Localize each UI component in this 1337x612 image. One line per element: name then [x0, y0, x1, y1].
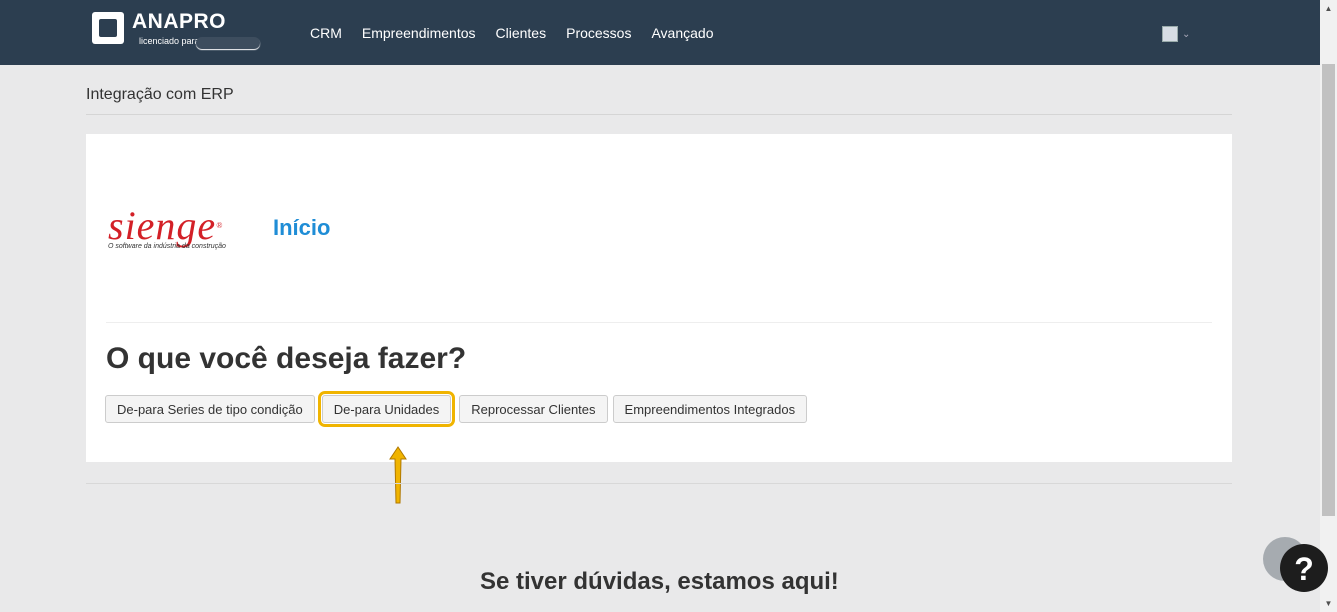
up-arrow-icon — [389, 446, 407, 504]
nav-link-avancado[interactable]: Avançado — [651, 25, 713, 41]
sienge-logo-text: sienge — [108, 203, 217, 248]
divider — [86, 114, 1232, 115]
anapro-logo-icon — [92, 12, 124, 44]
licensee-name-redacted — [196, 37, 260, 49]
registered-mark-icon: ® — [216, 221, 224, 230]
top-navbar: ANAPRO licenciado para CRM Empreendiment… — [0, 0, 1320, 65]
nav-link-empreendimentos[interactable]: Empreendimentos — [362, 25, 476, 41]
sienge-tagline: O software da indústria da construção — [108, 243, 226, 250]
help-button[interactable]: ? — [1280, 544, 1328, 592]
user-avatar-icon — [1162, 26, 1178, 42]
action-buttons: De-para Series de tipo condição De-para … — [105, 391, 812, 427]
nav-link-clientes[interactable]: Clientes — [496, 25, 547, 41]
question-mark-icon: ? — [1294, 551, 1314, 587]
nav-link-processos[interactable]: Processos — [566, 25, 631, 41]
divider — [86, 483, 1232, 484]
empreendimentos-integrados-button[interactable]: Empreendimentos Integrados — [612, 395, 808, 423]
main-nav: CRM Empreendimentos Clientes Processos A… — [310, 25, 733, 41]
sienge-logo: sienge® O software da indústria da const… — [108, 203, 226, 251]
user-menu[interactable]: ⌄ — [1162, 26, 1190, 42]
divider — [106, 322, 1212, 323]
nav-link-crm[interactable]: CRM — [310, 25, 342, 41]
integration-card: sienge® O software da indústria da const… — [86, 134, 1232, 462]
help-title: Se tiver dúvidas, estamos aqui! — [480, 568, 839, 595]
action-question: O que você deseja fazer? — [106, 342, 467, 375]
de-para-unidades-button[interactable]: De-para Unidades — [317, 391, 456, 427]
de-para-series-button[interactable]: De-para Series de tipo condição — [105, 395, 315, 423]
scroll-down-icon[interactable]: ▼ — [1320, 595, 1337, 612]
reprocessar-clientes-button[interactable]: Reprocessar Clientes — [459, 395, 608, 423]
section-heading: Início — [273, 215, 331, 240]
scroll-thumb[interactable] — [1322, 64, 1335, 516]
page-scrollbar[interactable]: ▲ ▼ — [1320, 0, 1337, 612]
chevron-down-icon: ⌄ — [1182, 28, 1191, 40]
brand-name: ANAPRO — [132, 10, 227, 33]
scroll-up-icon[interactable]: ▲ — [1320, 0, 1337, 17]
brand-sub: licenciado para — [139, 36, 200, 46]
page-title: Integração com ERP — [86, 86, 234, 103]
